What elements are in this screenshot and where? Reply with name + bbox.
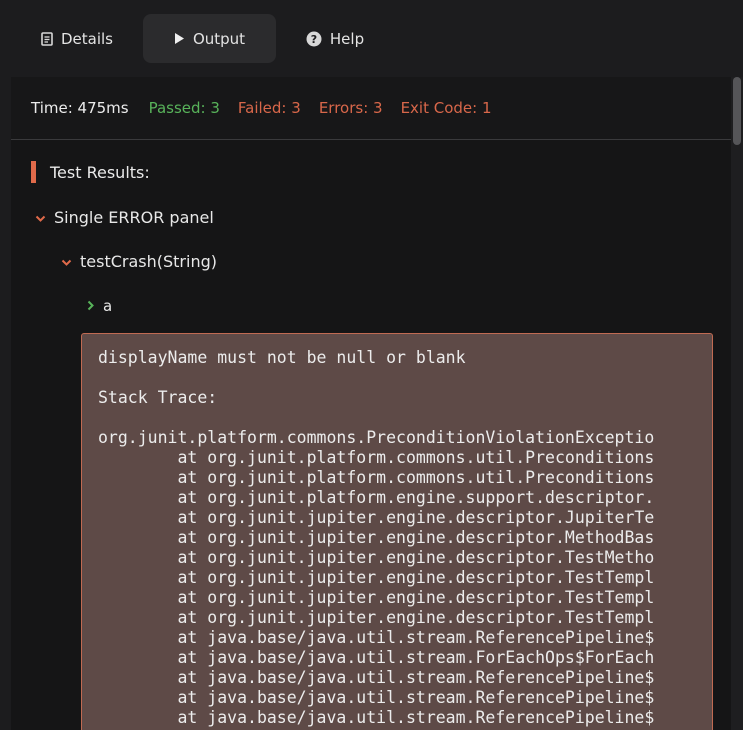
test-results-title: Test Results: xyxy=(50,162,150,182)
tree-node-test[interactable]: testCrash(String) xyxy=(61,252,217,271)
test-label: testCrash(String) xyxy=(80,252,217,271)
failed-count: Failed: 3 xyxy=(237,99,301,117)
case-label: a xyxy=(103,296,113,315)
chevron-down-icon xyxy=(61,252,72,271)
tab-bar: Details Output ? Help xyxy=(0,0,743,76)
tab-details[interactable]: Details xyxy=(22,14,132,63)
tree-node-suite[interactable]: Single ERROR panel xyxy=(35,208,214,227)
status-bar: Time: 475ms Passed: 3 Failed: 3 Errors: … xyxy=(11,77,731,140)
tab-output-label: Output xyxy=(192,29,246,48)
scrollbar-thumb[interactable] xyxy=(733,77,741,145)
tab-details-label: Details xyxy=(60,29,113,48)
help-circle-icon: ? xyxy=(306,31,322,47)
tree-node-case[interactable]: a xyxy=(87,296,112,315)
time-value: Time: 475ms xyxy=(31,99,129,117)
tab-help[interactable]: ? Help xyxy=(290,14,380,63)
passed-count: Passed: 3 xyxy=(148,99,220,117)
suite-label: Single ERROR panel xyxy=(54,208,214,227)
chevron-right-icon xyxy=(87,296,95,315)
error-output-box: displayName must not be null or blank St… xyxy=(81,333,713,730)
errors-count: Errors: 3 xyxy=(318,99,383,117)
tab-output[interactable]: Output xyxy=(143,14,276,63)
chevron-down-icon xyxy=(35,208,46,227)
svg-text:?: ? xyxy=(311,33,317,46)
tab-help-label: Help xyxy=(329,29,365,48)
test-results-heading: Test Results: xyxy=(31,161,150,183)
error-output-text: displayName must not be null or blank St… xyxy=(98,348,655,727)
play-icon xyxy=(174,32,185,45)
heading-accent-bar xyxy=(31,161,36,183)
exit-code: Exit Code: 1 xyxy=(400,99,492,117)
output-panel: Time: 475ms Passed: 3 Failed: 3 Errors: … xyxy=(11,77,731,730)
document-icon xyxy=(41,31,53,46)
scrollbar[interactable] xyxy=(731,77,743,730)
